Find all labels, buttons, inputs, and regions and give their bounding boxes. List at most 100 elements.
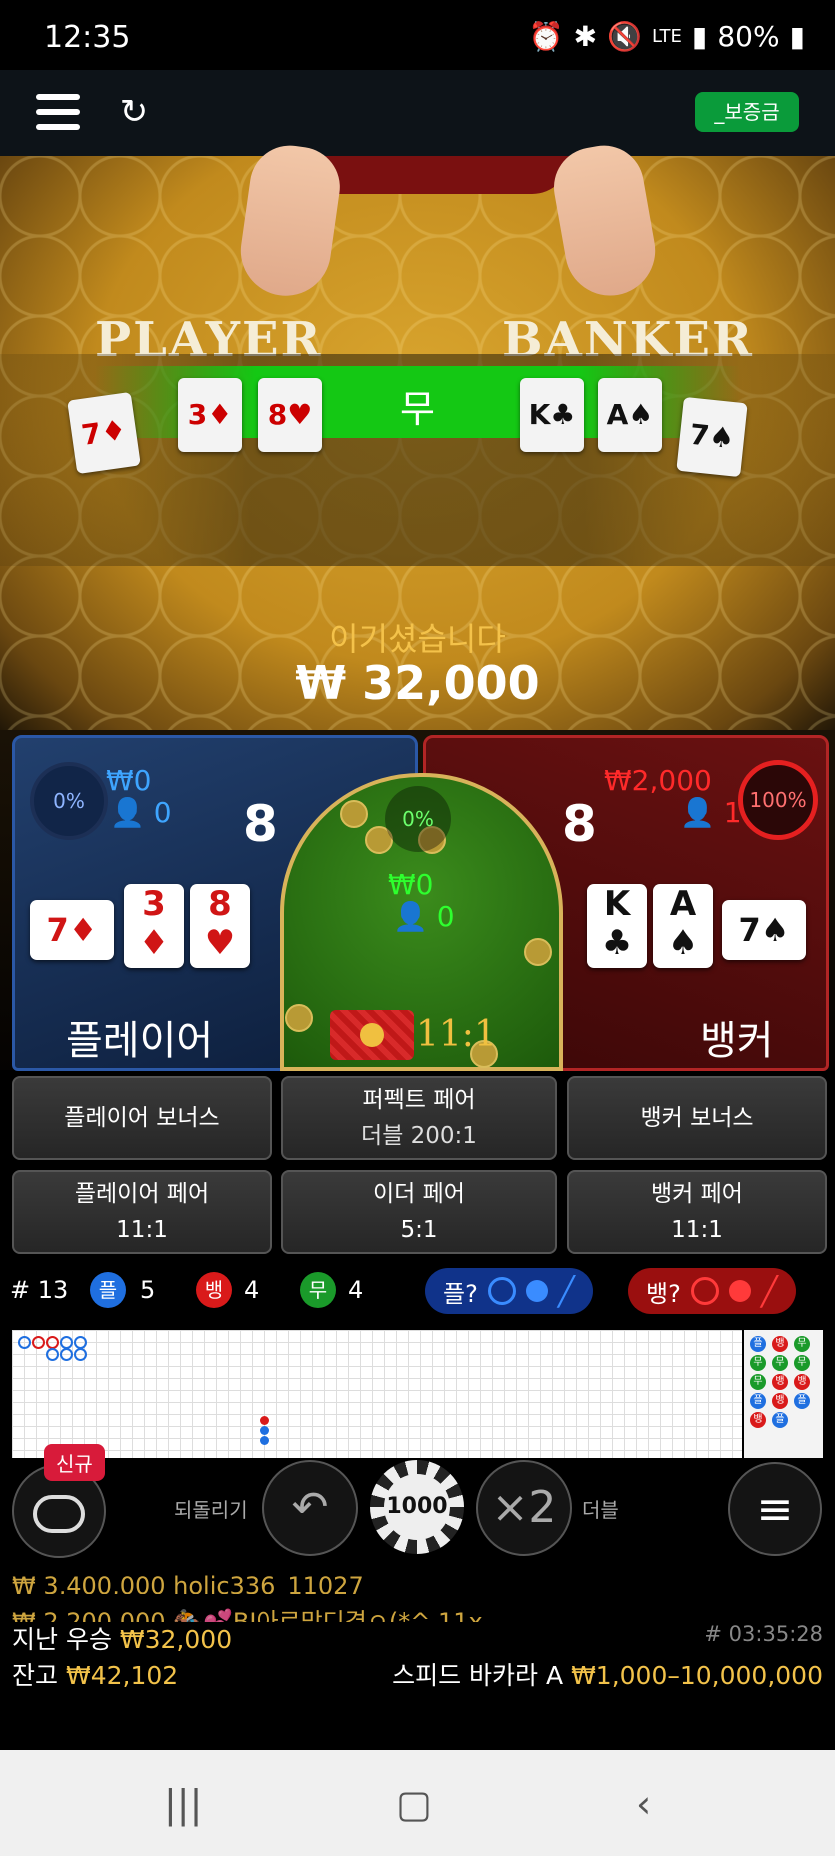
banker-prediction-button[interactable]: 뱅? ╱: [628, 1268, 796, 1314]
recent-apps-icon[interactable]: |||: [164, 1782, 202, 1826]
undo-icon: ↶: [291, 1482, 329, 1533]
bead-road-marker: 뱅: [772, 1374, 788, 1390]
home-icon[interactable]: ▢: [396, 1782, 432, 1826]
tie-win-count: 4: [348, 1276, 364, 1304]
banker-score: 8: [562, 795, 597, 853]
tie-bet-amount: ₩0: [388, 868, 434, 901]
coin-decoration: [524, 938, 552, 966]
undo-label: 되돌리기: [174, 1498, 248, 1522]
double-label: 더블: [582, 1498, 619, 1522]
deposit-button[interactable]: _보증금: [695, 92, 799, 132]
mute-icon: 🔇: [607, 20, 642, 53]
hollow-circle-icon: [487, 1277, 516, 1305]
envelope-icon: [330, 1010, 414, 1060]
player-card: 7♦: [30, 900, 114, 960]
bead-road-marker: 뱅: [772, 1336, 788, 1352]
road-marker: [60, 1348, 73, 1361]
player-prediction-button[interactable]: 플? ╱: [425, 1268, 593, 1314]
tie-odds: 11:1: [330, 1010, 500, 1060]
last-win: 지난 우승 ₩32,000: [12, 1625, 233, 1654]
coin-decoration: [285, 1004, 313, 1032]
player-win-badge: 플: [90, 1272, 126, 1308]
winners-ticker-item: ₩ 2,200,000 🏇💕BJ아르망디겸ㅇ(*^ 11x: [12, 1608, 483, 1622]
more-menu-button[interactable]: ≡: [728, 1462, 822, 1556]
bluetooth-icon: ✱: [573, 20, 598, 53]
battery-percent: 80%: [717, 20, 780, 53]
player-pair-bet[interactable]: 플레이어 페어 11:1: [12, 1170, 272, 1254]
menu-icon[interactable]: [36, 94, 80, 130]
clock: 12:35: [44, 20, 131, 55]
top-nav: ↻ _보증금: [0, 70, 835, 156]
road-marker: [260, 1416, 269, 1425]
status-bar: 12:35 ⏰ ✱ 🔇 LTE ▮ 80% ▮: [0, 0, 835, 70]
win-amount: ₩ 32,000: [295, 656, 540, 710]
bead-road-marker: 무: [750, 1355, 766, 1371]
bead-road-marker: 플: [750, 1336, 766, 1352]
person-icon: 👤: [110, 796, 145, 829]
road-marker: [18, 1336, 31, 1349]
person-icon: 👤: [393, 900, 428, 933]
player-card: 3 ♦: [124, 884, 184, 968]
banker-pair-bet[interactable]: 뱅커 페어 11:1: [567, 1170, 827, 1254]
alarm-icon: ⏰: [528, 20, 564, 53]
hollow-circle-icon: [690, 1277, 719, 1305]
round-id: # 03:35:28: [704, 1622, 823, 1646]
slash-icon: ╱: [760, 1274, 778, 1308]
road-marker: [260, 1436, 269, 1445]
winners-ticker-item: ₩ 3,400,000 holic336_11027: [12, 1572, 364, 1594]
bead-road-marker: 뱅: [772, 1393, 788, 1409]
bead-road-marker: 무: [794, 1355, 810, 1371]
banker-win-badge: 뱅: [196, 1272, 232, 1308]
tie-win-badge: 무: [300, 1272, 336, 1308]
banker-bet-amount: ₩2,000: [604, 764, 712, 797]
banker-bonus-bet[interactable]: 뱅커 보너스: [567, 1076, 827, 1160]
filled-circle-icon: [525, 1280, 548, 1302]
bead-road-marker: 뱅: [794, 1374, 810, 1390]
bead-road-marker: 뱅: [750, 1412, 766, 1428]
player-zone-label: 플레이어: [66, 1018, 214, 1064]
coin-decoration: [340, 800, 368, 828]
either-pair-bet[interactable]: 이더 페어 5:1: [281, 1170, 557, 1254]
banker-bettor-count: 👤 1: [680, 796, 742, 829]
result-label: 무: [400, 387, 435, 431]
round-count: # 13: [10, 1276, 69, 1304]
reload-icon[interactable]: ↻: [112, 90, 156, 134]
big-road-scoreboard[interactable]: [12, 1330, 742, 1458]
bead-road-scoreboard[interactable]: 플뱅무무무무무뱅뱅플뱅플뱅플: [744, 1330, 823, 1458]
filled-circle-icon: [728, 1280, 751, 1302]
bead-road-marker: 무: [772, 1355, 788, 1371]
road-marker: [46, 1348, 59, 1361]
system-nav-bar: ||| ▢ ‹: [0, 1750, 835, 1856]
chip-selector[interactable]: 1000: [370, 1460, 464, 1554]
double-button[interactable]: ×2: [476, 1460, 572, 1556]
banker-percent: 100%: [738, 760, 818, 840]
perfect-pair-bet[interactable]: 퍼펙트 페어 더블 200:1: [281, 1076, 557, 1160]
road-marker: [260, 1426, 269, 1435]
bead-road-marker: 무: [750, 1374, 766, 1390]
banker-zone-label: 뱅커: [700, 1018, 774, 1064]
chat-bubble-icon: [33, 1495, 85, 1533]
player-bonus-bet[interactable]: 플레이어 보너스: [12, 1076, 272, 1160]
slash-icon: ╱: [557, 1274, 575, 1308]
player-bettor-count: 👤 0: [110, 796, 172, 829]
stats-row: # 13 플 5 뱅 4 무 4 플? ╱ 뱅? ╱: [0, 1262, 835, 1322]
road-marker: [32, 1336, 45, 1349]
win-message: 이기셨습니다: [329, 620, 506, 658]
player-win-count: 5: [140, 1276, 156, 1304]
dealer-hand-left: [234, 140, 346, 302]
banker-card: A ♠: [653, 884, 713, 968]
lte-icon: LTE: [652, 26, 682, 47]
player-bet-amount: ₩0: [106, 764, 152, 797]
back-icon[interactable]: ‹: [636, 1782, 651, 1826]
bead-road-marker: 무: [794, 1336, 810, 1352]
player-score: 8: [243, 795, 278, 853]
bead-road-marker: 플: [794, 1393, 810, 1409]
tie-bettor-count: 👤 0: [393, 900, 455, 933]
live-video: PLAYER BANKER 7♦ 3♦ 8♥ K♣ A♠ 7♠ 무 이기셨습니다…: [0, 139, 835, 740]
dealer-vest: [300, 156, 570, 194]
person-icon: 👤: [680, 796, 715, 829]
player-card: 8 ♥: [190, 884, 250, 968]
undo-button[interactable]: ↶: [262, 1460, 358, 1556]
bead-road-marker: 플: [772, 1412, 788, 1428]
player-percent: 0%: [30, 762, 108, 840]
